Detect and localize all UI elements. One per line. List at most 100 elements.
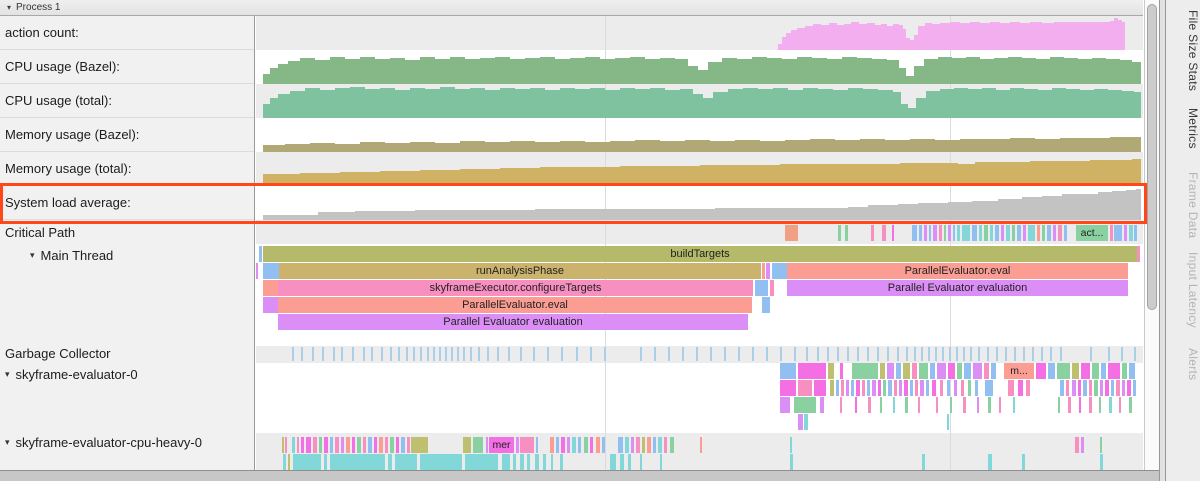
evaluator-bar[interactable]: [841, 380, 844, 396]
critical-path-bar[interactable]: [953, 225, 955, 241]
gc-event-bar[interactable]: [508, 347, 510, 361]
evaluator-bar[interactable]: [963, 397, 966, 413]
gc-event-bar[interactable]: [1032, 347, 1034, 361]
critical-path-bar[interactable]: [1017, 225, 1021, 241]
evaluator-bar[interactable]: [947, 414, 949, 430]
evaluator-bar[interactable]: [828, 363, 834, 379]
gc-event-bar[interactable]: [1060, 347, 1062, 361]
evaluator-bar[interactable]: [798, 414, 803, 430]
evaluator-bar[interactable]: [368, 437, 372, 453]
counter-chart[interactable]: [256, 50, 1143, 84]
critical-path-bar[interactable]: [919, 225, 922, 241]
evaluator-bar[interactable]: [830, 380, 834, 396]
evaluator-bar[interactable]: [653, 437, 656, 453]
gc-event-bar[interactable]: [406, 347, 408, 361]
evaluator-bar[interactable]: [1081, 363, 1090, 379]
evaluator-bar[interactable]: [878, 380, 881, 396]
trace-span[interactable]: [755, 280, 768, 296]
evaluator-bar[interactable]: [1101, 363, 1106, 379]
gc-event-bar[interactable]: [867, 347, 869, 361]
trace-span[interactable]: runAnalysisPhase: [279, 263, 761, 279]
gc-event-bar[interactable]: [827, 347, 829, 361]
gc-event-bar[interactable]: [433, 347, 435, 361]
vertical-scrollbar[interactable]: [1144, 0, 1159, 470]
evaluator-bar[interactable]: [880, 397, 882, 413]
gc-event-bar[interactable]: [533, 347, 535, 361]
critical-path-bar[interactable]: [979, 225, 982, 241]
evaluator-bar[interactable]: [957, 363, 962, 379]
evaluator-bar[interactable]: [385, 437, 388, 453]
evaluator-bar[interactable]: [1068, 397, 1071, 413]
evaluator-bar[interactable]: [535, 454, 539, 470]
critical-path-bar[interactable]: [929, 225, 931, 241]
evaluator-bar[interactable]: [964, 363, 971, 379]
evaluator-bar[interactable]: [883, 380, 886, 396]
gc-event-bar[interactable]: [1005, 347, 1007, 361]
gc-event-bar[interactable]: [520, 347, 522, 361]
evaluator-bar[interactable]: [988, 454, 992, 470]
critical-path-bar[interactable]: [1006, 225, 1010, 241]
gc-event-bar[interactable]: [817, 347, 819, 361]
gc-event-bar[interactable]: [363, 347, 365, 361]
gc-event-bar[interactable]: [301, 347, 303, 361]
gc-event-bar[interactable]: [996, 347, 998, 361]
evaluator-bar[interactable]: [855, 397, 857, 413]
gc-event-bar[interactable]: [1050, 347, 1052, 361]
gc-event-bar[interactable]: [710, 347, 712, 361]
critical-path-bar[interactable]: [785, 225, 798, 241]
evaluator-bar[interactable]: [1022, 454, 1025, 470]
evaluator-bar[interactable]: [660, 454, 662, 470]
evaluator-bar[interactable]: [379, 437, 383, 453]
evaluator-bar[interactable]: [543, 454, 546, 470]
trace-span[interactable]: [762, 263, 765, 279]
gc-event-bar[interactable]: [654, 347, 656, 361]
trace-span[interactable]: [263, 280, 278, 296]
evaluator-bar[interactable]: [420, 454, 462, 470]
evaluator-bar[interactable]: [520, 437, 534, 453]
evaluator-bar[interactable]: [1129, 397, 1132, 413]
trace-span[interactable]: Parallel Evaluator evaluation: [787, 280, 1128, 296]
evaluator-bar[interactable]: [610, 454, 616, 470]
gc-event-bar[interactable]: [906, 347, 908, 361]
evaluator-bar[interactable]: [798, 380, 812, 396]
gc-event-bar[interactable]: [857, 347, 859, 361]
evaluator-bar[interactable]: [868, 397, 871, 413]
evaluator-bar[interactable]: [324, 454, 327, 470]
evaluator-bar[interactable]: [896, 363, 901, 379]
critical-path-bar[interactable]: [1124, 225, 1127, 241]
evaluator-bar[interactable]: [1081, 437, 1084, 453]
critical-path-bar[interactable]: [962, 225, 970, 241]
critical-path-bar[interactable]: [939, 225, 942, 241]
critical-path-bar[interactable]: [838, 225, 841, 241]
trace-span[interactable]: [263, 263, 279, 279]
evaluator-bar[interactable]: [642, 437, 645, 453]
evaluator-bar[interactable]: [625, 437, 629, 453]
evaluator-bar[interactable]: [1075, 437, 1079, 453]
evaluator-bar[interactable]: [852, 363, 878, 379]
gc-event-bar[interactable]: [445, 347, 447, 361]
timeline-track-area[interactable]: act...buildTargetsrunAnalysisPhaseParall…: [256, 16, 1143, 470]
gc-event-bar[interactable]: [1121, 347, 1123, 361]
critical-path-bar[interactable]: [892, 225, 894, 241]
evaluator-bar[interactable]: [636, 437, 640, 453]
evaluator-bar[interactable]: [1100, 437, 1102, 453]
evaluator-bar[interactable]: [1099, 397, 1101, 413]
counter-chart[interactable]: [256, 152, 1143, 186]
evaluator-bar[interactable]: [285, 437, 287, 453]
evaluator-bar[interactable]: [910, 380, 913, 396]
evaluator-bar[interactable]: [840, 363, 843, 379]
gc-event-bar[interactable]: [963, 347, 965, 361]
evaluator-bar[interactable]: [999, 397, 1001, 413]
collapse-arrow-icon[interactable]: ▾: [5, 437, 10, 448]
counter-chart[interactable]: [256, 16, 1143, 50]
evaluator-bar[interactable]: [961, 380, 964, 396]
evaluator-bar[interactable]: [872, 380, 876, 396]
evaluator-bar[interactable]: [282, 437, 284, 453]
evaluator-bar[interactable]: [968, 380, 971, 396]
gc-event-bar[interactable]: [1134, 347, 1136, 361]
evaluator-bar[interactable]: [390, 437, 394, 453]
gc-event-bar[interactable]: [1108, 347, 1110, 361]
trace-span[interactable]: [263, 297, 278, 313]
evaluator-bar[interactable]: [936, 397, 938, 413]
critical-path-bar[interactable]: [1042, 225, 1045, 241]
